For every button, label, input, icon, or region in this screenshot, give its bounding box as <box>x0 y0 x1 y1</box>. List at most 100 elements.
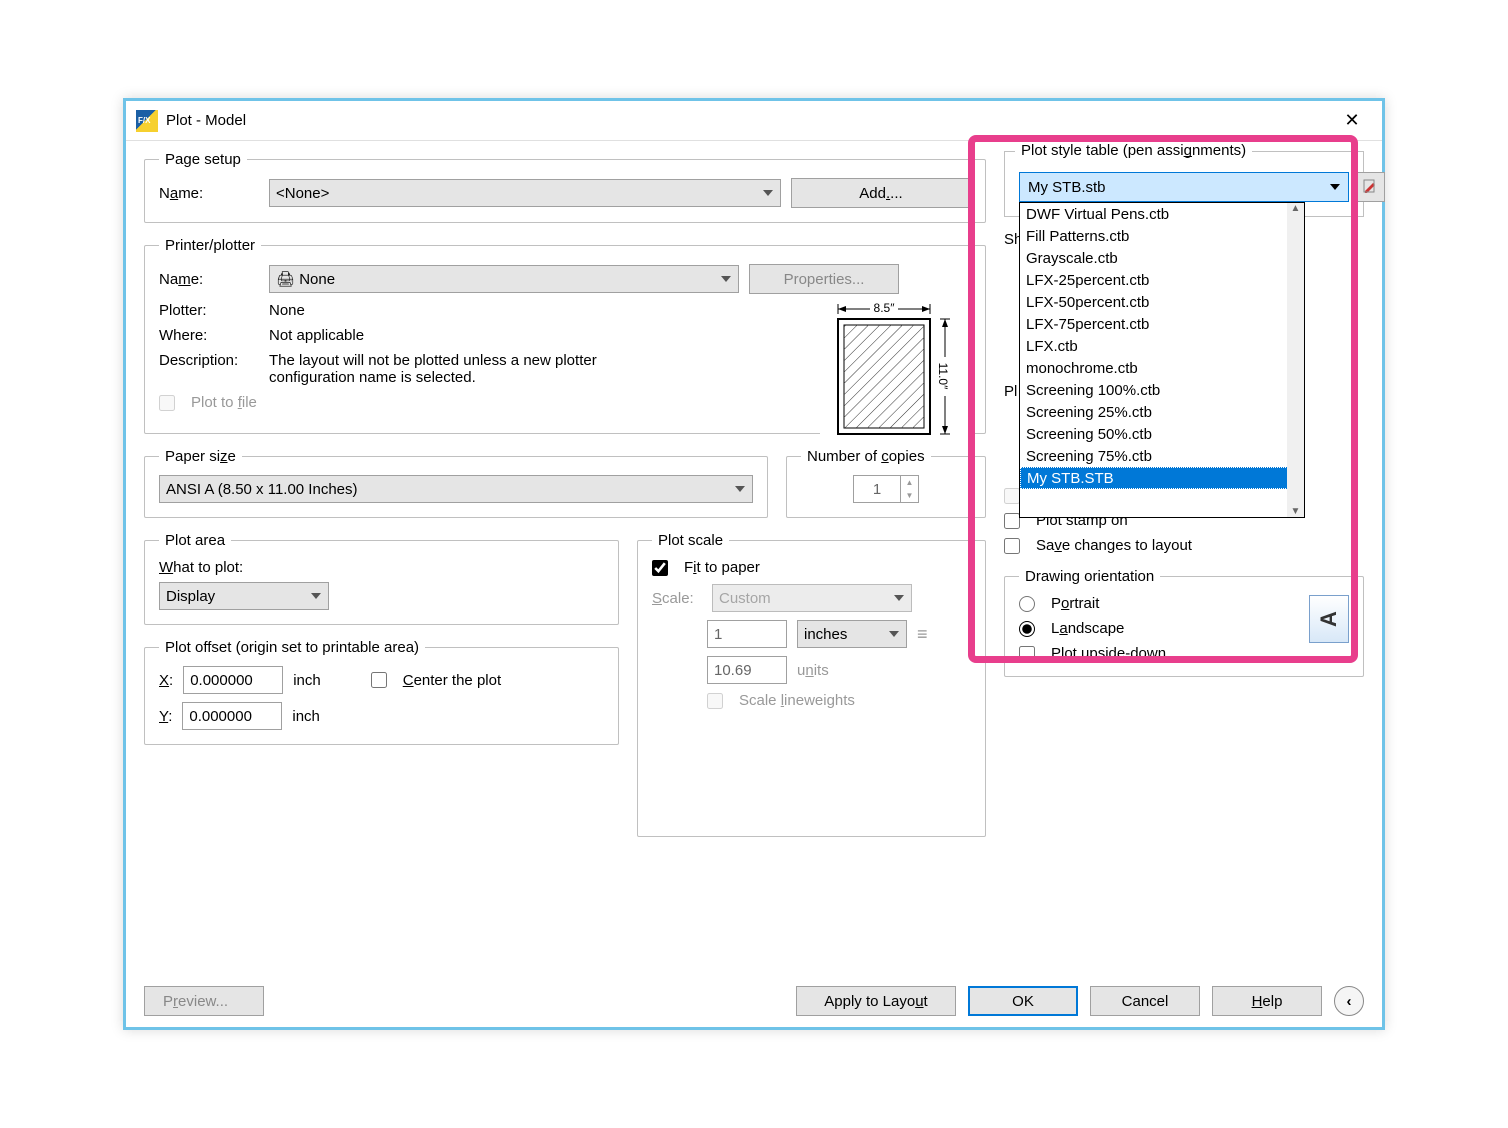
papersize-select[interactable]: ANSI A (8.50 x 11.00 Inches) <box>159 475 753 503</box>
plotstyle-option[interactable]: Fill Patterns.ctb <box>1020 225 1304 247</box>
portrait-label: Portrait <box>1051 595 1099 612</box>
plotstyle-combobox[interactable]: My STB.stb <box>1019 172 1349 202</box>
close-button[interactable]: ✕ <box>1332 106 1372 136</box>
hide-paperspace-checkbox <box>1004 488 1020 504</box>
plotstyle-option[interactable]: LFX.ctb <box>1020 335 1304 357</box>
offset-x-label: X: <box>159 672 173 689</box>
plotstyle-option[interactable]: Grayscale.ctb <box>1020 247 1304 269</box>
plotstyle-option[interactable]: DWF Virtual Pens.ctb <box>1020 203 1304 225</box>
page-setup-group: Page setup Name: <None> Add.... <box>144 151 986 223</box>
plotstyle-option[interactable]: Screening 25%.ctb <box>1020 401 1304 423</box>
svg-text:11.0″: 11.0″ <box>936 363 950 390</box>
save-changes-label: Save changes to layout <box>1036 537 1192 554</box>
scale-units-select[interactable]: inches <box>797 620 907 648</box>
scale-label: Scale: <box>652 590 702 607</box>
portrait-radio[interactable] <box>1019 596 1035 612</box>
plotstyle-option[interactable]: LFX-50percent.ctb <box>1020 291 1304 313</box>
what-to-plot-select[interactable]: Display <box>159 582 329 610</box>
printer-properties-button[interactable]: Properties... <box>749 264 899 294</box>
orientation-icon: A <box>1309 595 1349 643</box>
edit-plotstyle-button[interactable] <box>1357 172 1385 202</box>
plotstyle-option[interactable]: monochrome.ctb <box>1020 357 1304 379</box>
center-plot-checkbox[interactable] <box>371 672 387 688</box>
help-button[interactable]: Help <box>1212 986 1322 1016</box>
plotoffset-group: Plot offset (origin set to printable are… <box>144 639 619 745</box>
chevron-down-icon: ▼ <box>1291 506 1301 517</box>
desc-value: The layout will not be plotted unless a … <box>269 352 629 386</box>
plotstyle-dropdown-list[interactable]: DWF Virtual Pens.ctb Fill Patterns.ctb G… <box>1019 202 1305 518</box>
where-label: Where: <box>159 327 259 344</box>
upside-down-label: Plot upside-down <box>1051 645 1166 662</box>
copies-arrows: ▲▼ <box>901 475 919 503</box>
where-value: Not applicable <box>269 327 364 344</box>
scale-lineweights-checkbox <box>707 693 723 709</box>
plotstyle-option[interactable]: Screening 75%.ctb <box>1020 445 1304 467</box>
plotstyle-option[interactable]: LFX-25percent.ctb <box>1020 269 1304 291</box>
copies-legend: Number of copies <box>801 448 931 465</box>
plot-to-file-checkbox <box>159 395 175 411</box>
papersize-group: Paper size ANSI A (8.50 x 11.00 Inches) <box>144 448 768 518</box>
dropdown-scrollbar[interactable]: ▲▼ <box>1287 203 1304 517</box>
expand-button[interactable]: ‹ <box>1334 986 1364 1016</box>
scale-lineweights-label: Scale lineweights <box>739 692 855 709</box>
scale-select: Custom <box>712 584 912 612</box>
what-to-plot-label: What to plot: <box>159 559 604 576</box>
center-plot-label: Center the plot <box>403 672 501 689</box>
plot-stamp-checkbox[interactable] <box>1004 513 1020 529</box>
dialog-footer: Preview... Apply to Layout OK Cancel Hel… <box>126 975 1382 1027</box>
plot-dialog: F/X Plot - Model ✕ Page setup Name: <Non… <box>123 98 1385 1030</box>
plotstyle-option[interactable]: Screening 50%.ctb <box>1020 423 1304 445</box>
save-changes-checkbox[interactable] <box>1004 538 1020 554</box>
chevron-left-icon: ‹ <box>1347 993 1352 1010</box>
paper-preview-icon: 8.5″ 11.0″ <box>820 294 975 449</box>
plotstyle-option[interactable]: Screening 100%.ctb <box>1020 379 1304 401</box>
plotter-label: Plotter: <box>159 302 259 319</box>
orientation-group: Drawing orientation Portrait Lands <box>1004 568 1364 677</box>
plotarea-group: Plot area What to plot: Display <box>144 532 619 625</box>
papersize-legend: Paper size <box>159 448 242 465</box>
pencil-icon <box>1363 179 1379 195</box>
copies-input <box>853 475 901 503</box>
offset-y-unit: inch <box>292 708 320 725</box>
fit-to-paper-checkbox[interactable] <box>652 560 668 576</box>
fit-to-paper-label: Fit to paper <box>684 559 760 576</box>
offset-x-input[interactable] <box>183 666 283 694</box>
plotstyle-option-selected[interactable]: My STB.STB <box>1020 467 1304 489</box>
plotscale-group: Plot scale Fit to paper Scale: <box>637 532 986 837</box>
scale-num-input <box>707 620 787 648</box>
equals-icon: ≡ <box>917 624 928 645</box>
desc-label: Description: <box>159 352 259 369</box>
chevron-up-icon: ▲ <box>1291 203 1301 214</box>
cancel-button[interactable]: Cancel <box>1090 986 1200 1016</box>
landscape-label: Landscape <box>1051 620 1124 637</box>
preview-button[interactable]: Preview... <box>144 986 264 1016</box>
plotarea-legend: Plot area <box>159 532 231 549</box>
printer-name-label: Name: <box>159 271 259 288</box>
landscape-radio[interactable] <box>1019 621 1035 637</box>
plotstyle-option[interactable]: LFX-75percent.ctb <box>1020 313 1304 335</box>
page-setup-legend: Page setup <box>159 151 247 168</box>
offset-y-input[interactable] <box>182 702 282 730</box>
plotoffset-legend: Plot offset (origin set to printable are… <box>159 639 425 656</box>
scale-den-input <box>707 656 787 684</box>
add-pagesetup-button[interactable]: Add.... <box>791 178 971 208</box>
upside-down-checkbox[interactable] <box>1019 646 1035 662</box>
printer-legend: Printer/plotter <box>159 237 261 254</box>
pagesetup-name-label: Name: <box>159 185 259 202</box>
ok-button[interactable]: OK <box>968 986 1078 1016</box>
pagesetup-name-select[interactable]: <None> <box>269 179 781 207</box>
dialog-title: Plot - Model <box>166 112 246 129</box>
printer-name-select[interactable]: 🖨 None <box>269 265 739 293</box>
plotstyle-group: Plot style table (pen assignments) My ST… <box>1004 151 1364 217</box>
printer-group: Printer/plotter Name: 🖨 None Properties.… <box>144 237 986 434</box>
plotscale-legend: Plot scale <box>652 532 729 549</box>
plotter-value: None <box>269 302 305 319</box>
orientation-legend: Drawing orientation <box>1019 568 1160 585</box>
apply-to-layout-button[interactable]: Apply to Layout <box>796 986 956 1016</box>
plot-to-file-label: Plot to file <box>191 394 257 411</box>
scale-units2-label: units <box>797 662 829 679</box>
app-icon: F/X <box>136 110 158 132</box>
copies-group: Number of copies ▲▼ <box>786 448 986 518</box>
svg-text:8.5″: 8.5″ <box>874 301 896 315</box>
copies-spinner: ▲▼ <box>853 475 919 503</box>
